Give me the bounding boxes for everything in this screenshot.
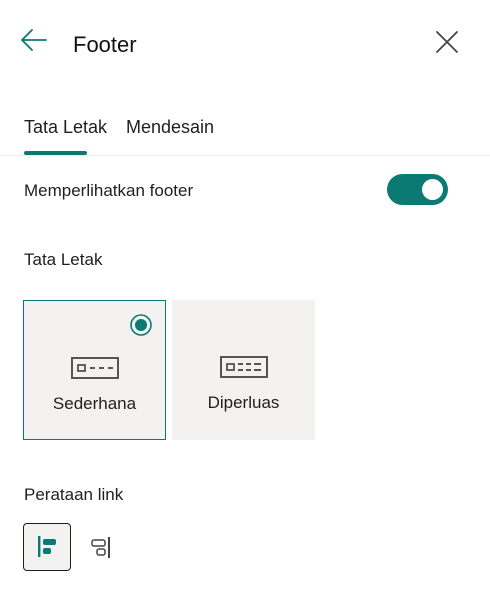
layout-option-label: Diperluas bbox=[207, 393, 280, 412]
tab-design[interactable]: Mendesain bbox=[126, 115, 214, 139]
footer-simple-icon bbox=[70, 357, 119, 379]
radio-selected-icon bbox=[130, 314, 152, 336]
footer-extended-icon bbox=[219, 356, 268, 378]
align-right-button[interactable] bbox=[79, 523, 123, 571]
show-footer-label: Memperlihatkan footer bbox=[24, 181, 194, 200]
layout-option-extended[interactable]: Diperluas bbox=[172, 300, 315, 440]
layout-option-simple[interactable]: Sederhana bbox=[23, 300, 166, 440]
back-button[interactable] bbox=[18, 26, 52, 56]
tab-layout[interactable]: Tata Letak bbox=[24, 115, 107, 139]
layout-option-label: Sederhana bbox=[52, 394, 137, 413]
align-left-button[interactable] bbox=[23, 523, 71, 571]
align-right-icon bbox=[91, 537, 110, 558]
tabs-divider bbox=[0, 155, 490, 156]
link-alignment-label: Perataan link bbox=[24, 485, 124, 504]
show-footer-toggle[interactable] bbox=[387, 174, 448, 205]
align-left-icon bbox=[38, 536, 56, 557]
close-button[interactable] bbox=[432, 27, 462, 57]
layout-section-label: Tata Letak bbox=[24, 250, 103, 269]
close-icon bbox=[436, 31, 458, 53]
panel-title: Footer bbox=[73, 32, 137, 57]
toggle-knob bbox=[422, 179, 443, 200]
arrow-left-icon bbox=[21, 29, 47, 51]
